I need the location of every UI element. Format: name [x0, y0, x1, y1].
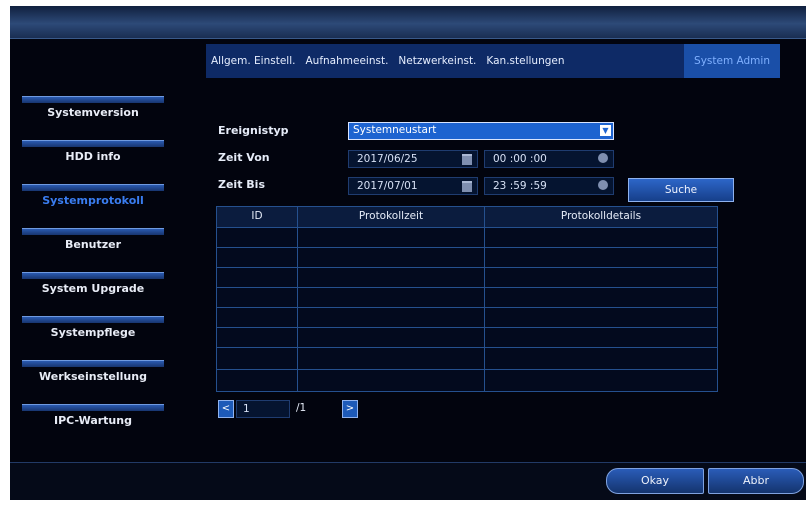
table-row: [217, 247, 717, 248]
column-divider: [484, 207, 485, 391]
cancel-button[interactable]: Abbr: [708, 468, 804, 494]
sidebar-item-label: System Upgrade: [41, 282, 145, 295]
time-from-date-value: 2017/06/25: [357, 153, 418, 165]
tab-recording-settings[interactable]: Aufnahmeeinst.: [300, 44, 393, 78]
table-row: [217, 369, 717, 370]
event-type-value: Systemneustart: [353, 124, 437, 136]
time-to-date-value: 2017/07/01: [357, 180, 418, 192]
sidebar-item-label: IPC-Wartung: [54, 414, 132, 427]
next-page-button[interactable]: >: [342, 400, 358, 418]
sidebar-item-label: Systempflege: [50, 326, 136, 339]
sidebar-item-systempflege[interactable]: Systempflege: [22, 316, 164, 352]
table-row: [217, 267, 717, 268]
column-header-protokolldetails: Protokolldetails: [560, 210, 642, 222]
sidebar-item-label: Systemversion: [47, 106, 139, 119]
clock-icon[interactable]: [598, 180, 608, 190]
time-to-label: Zeit Bis: [218, 178, 265, 191]
clock-icon[interactable]: [598, 153, 608, 163]
sidebar-item-label: HDD info: [65, 150, 121, 163]
sidebar: Systemversion HDD info Systemprotokoll B…: [22, 96, 166, 448]
dvr-window: Allgem. Einstell. Aufnahmeeinst. Netzwer…: [10, 6, 806, 500]
sidebar-item-label: Werkseinstellung: [39, 370, 147, 383]
title-bar: [10, 6, 806, 39]
time-from-time-value: 00 :00 :00: [493, 153, 547, 165]
table-row: [217, 287, 717, 288]
log-table: ID Protokollzeit Protokolldetails: [216, 206, 718, 392]
prev-page-button[interactable]: <: [218, 400, 234, 418]
table-row: [217, 347, 717, 348]
tab-system-admin[interactable]: System Admin: [684, 44, 780, 78]
calendar-icon[interactable]: [462, 181, 472, 192]
time-to-time-value: 23 :59 :59: [493, 180, 547, 192]
tab-network-settings[interactable]: Netzwerkeinst.: [393, 44, 481, 78]
column-header-id: ID: [251, 210, 263, 222]
time-from-date-field[interactable]: 2017/06/25: [348, 150, 478, 168]
page-total: /1: [296, 402, 307, 414]
chevron-right-icon: >: [345, 403, 355, 414]
time-to-date-field[interactable]: 2017/07/01: [348, 177, 478, 195]
event-type-label: Ereignistyp: [218, 124, 289, 137]
time-to-time-field[interactable]: 23 :59 :59: [484, 177, 614, 195]
search-button[interactable]: Suche: [628, 178, 734, 202]
sidebar-item-system-upgrade[interactable]: System Upgrade: [22, 272, 164, 308]
sidebar-item-werkseinstellung[interactable]: Werkseinstellung: [22, 360, 164, 396]
column-header-protokollzeit: Protokollzeit: [358, 210, 424, 222]
page-number-value: 1: [243, 403, 250, 415]
sidebar-item-benutzer[interactable]: Benutzer: [22, 228, 164, 264]
chevron-down-icon: ▼: [600, 125, 611, 136]
table-row: [217, 307, 717, 308]
table-row: [217, 327, 717, 328]
sidebar-item-ipc-wartung[interactable]: IPC-Wartung: [22, 404, 164, 440]
event-type-select[interactable]: Systemneustart ▼: [348, 122, 614, 140]
page-number-input[interactable]: 1: [236, 400, 290, 418]
table-row: [217, 227, 717, 228]
sidebar-item-hdd-info[interactable]: HDD info: [22, 140, 164, 176]
tab-general-settings[interactable]: Allgem. Einstell.: [206, 44, 300, 78]
chevron-left-icon: <: [221, 403, 231, 414]
tab-channel-settings[interactable]: Kan.stellungen: [481, 44, 569, 78]
time-from-label: Zeit Von: [218, 151, 270, 164]
tab-bar: Allgem. Einstell. Aufnahmeeinst. Netzwer…: [206, 44, 780, 78]
sidebar-item-label: Systemprotokoll: [42, 194, 144, 207]
time-from-time-field[interactable]: 00 :00 :00: [484, 150, 614, 168]
column-divider: [297, 207, 298, 391]
calendar-icon[interactable]: [462, 154, 472, 165]
sidebar-item-systemversion[interactable]: Systemversion: [22, 96, 164, 132]
okay-button[interactable]: Okay: [606, 468, 704, 494]
sidebar-item-systemprotokoll[interactable]: Systemprotokoll: [22, 184, 164, 220]
sidebar-item-label: Benutzer: [64, 238, 122, 251]
table-header: ID Protokollzeit Protokolldetails: [217, 207, 717, 227]
